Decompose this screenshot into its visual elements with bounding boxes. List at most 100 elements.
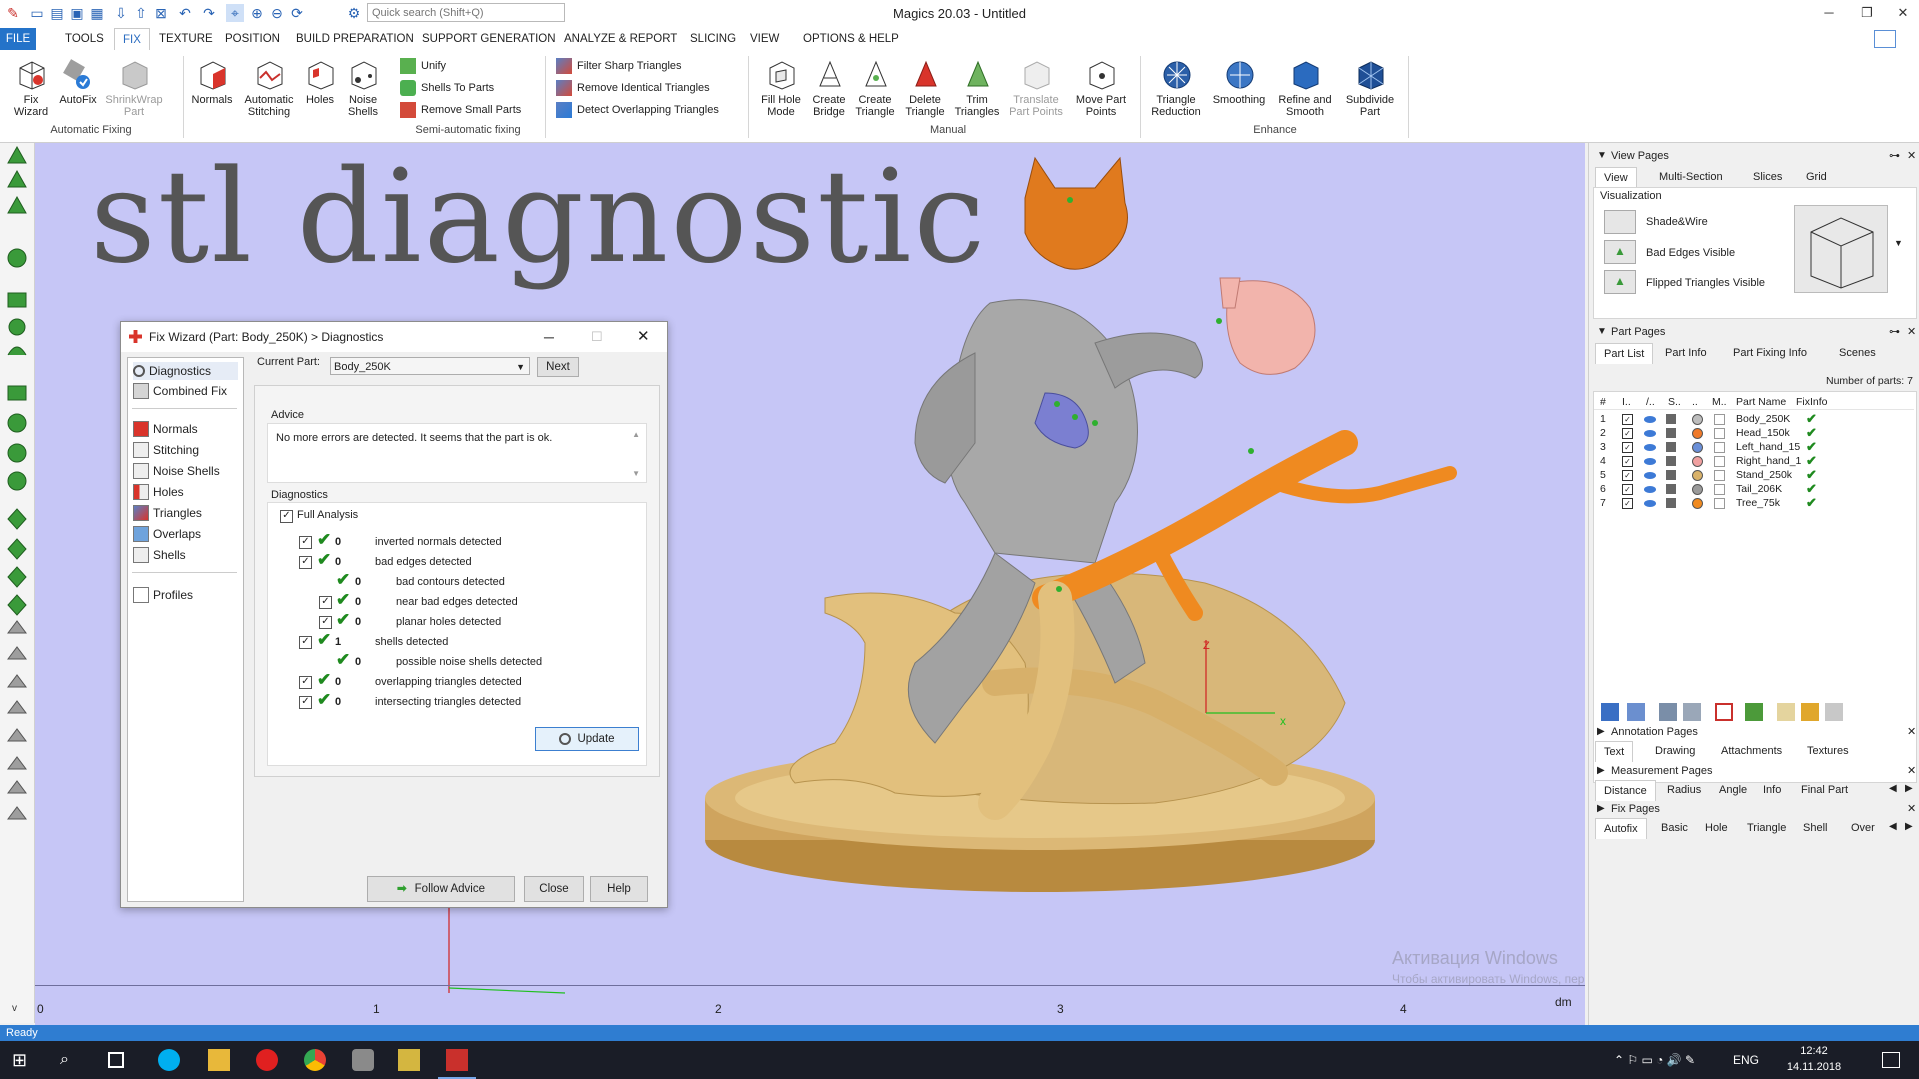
new-icon[interactable]: ▭ xyxy=(28,4,46,22)
nav-combined-fix[interactable]: Combined Fix xyxy=(133,382,227,400)
table-row[interactable]: 7 ✓ Tree_75k ✔ xyxy=(1594,496,1914,510)
part-color-swatch[interactable] xyxy=(1692,428,1703,439)
task-view-icon[interactable] xyxy=(108,1052,124,1068)
table-row[interactable]: 3 ✓ Left_hand_15 ✔ xyxy=(1594,440,1914,454)
clock-time[interactable]: 12:42 xyxy=(1784,1045,1844,1057)
smoothing-button[interactable]: Smoothing xyxy=(1210,56,1268,106)
delete-icon[interactable]: ⊠ xyxy=(152,4,170,22)
tag-icon[interactable] xyxy=(1801,703,1819,721)
help-button[interactable]: Help xyxy=(590,876,648,902)
open-icon[interactable]: ▤ xyxy=(48,4,66,22)
nav-holes[interactable]: Holes xyxy=(133,483,184,501)
merge-part-icon[interactable] xyxy=(1659,703,1677,721)
close-panel-icon[interactable]: ✕ xyxy=(1907,762,1916,780)
next-button[interactable]: Next xyxy=(537,357,579,377)
detect-overlapping-triangles-button[interactable]: Detect Overlapping Triangles xyxy=(556,102,719,118)
tab-position[interactable]: POSITION xyxy=(217,28,288,50)
tab-text[interactable]: Text xyxy=(1595,741,1634,762)
close-button[interactable]: Close xyxy=(524,876,584,902)
tray-icons[interactable]: ⌃ ⚐ ▭ ◔ 🔊 ✎ xyxy=(1614,1053,1695,1067)
tab-grid[interactable]: Grid xyxy=(1798,167,1835,187)
bad-edges-icon[interactable]: ▲ xyxy=(1604,240,1636,264)
part-visible-checkbox[interactable]: ✓ xyxy=(1622,484,1633,495)
tab-support-generation[interactable]: SUPPORT GENERATION xyxy=(414,28,564,50)
scroll-down-icon[interactable]: ▼ xyxy=(632,469,640,478)
app-icon[interactable] xyxy=(352,1049,374,1071)
shade-icon[interactable] xyxy=(1666,414,1676,424)
refine-and-smooth-button[interactable]: Refine and Smooth xyxy=(1274,56,1336,118)
nav-shells[interactable]: Shells xyxy=(133,546,186,564)
subdivide-part-button[interactable]: Subdivide Part xyxy=(1342,56,1398,118)
magics-app-icon[interactable] xyxy=(446,1049,468,1071)
yandex-browser-icon[interactable] xyxy=(256,1049,278,1071)
add-part-icon[interactable] xyxy=(1601,703,1619,721)
fix-part-icon[interactable] xyxy=(1745,703,1763,721)
update-button[interactable]: Update xyxy=(535,727,639,751)
tab-view[interactable]: VIEW xyxy=(742,28,787,50)
part-name[interactable]: Body_250K xyxy=(1736,412,1790,426)
part-visible-checkbox[interactable]: ✓ xyxy=(1622,470,1633,481)
fill-hole-mode-button[interactable]: Fill Hole Mode xyxy=(756,56,806,118)
search-icon[interactable]: ⌕ xyxy=(60,1049,82,1071)
close-panel-icon[interactable]: ✕ xyxy=(1907,323,1916,341)
tab-radius[interactable]: Radius xyxy=(1659,780,1709,800)
nav-profiles[interactable]: Profiles xyxy=(133,586,193,604)
dialog-minimize-button[interactable]: ─ xyxy=(544,322,554,352)
collapse-icon[interactable]: ▼ xyxy=(1597,323,1607,341)
shade-icon[interactable] xyxy=(1666,470,1676,480)
part-color-swatch[interactable] xyxy=(1692,484,1703,495)
close-panel-icon[interactable]: ✕ xyxy=(1907,723,1916,741)
part-visible-checkbox[interactable]: ✓ xyxy=(1622,414,1633,425)
import-icon[interactable]: ⇩ xyxy=(112,4,130,22)
tab-textures[interactable]: Textures xyxy=(1799,741,1857,761)
scroll-left-icon[interactable]: ◀ xyxy=(1889,783,1897,794)
flipped-triangles-icon[interactable]: ▲ xyxy=(1604,270,1636,294)
export-icon[interactable]: ⇧ xyxy=(132,4,150,22)
shade-icon[interactable] xyxy=(1666,442,1676,452)
skype-icon[interactable] xyxy=(158,1049,180,1071)
tab-multi-section[interactable]: Multi-Section xyxy=(1651,167,1731,187)
translate-part-points-button[interactable]: Translate Part Points xyxy=(1008,56,1064,118)
measurement-pages-header[interactable]: ▶ Measurement Pages ✕ xyxy=(1589,762,1919,780)
eye-icon[interactable] xyxy=(1644,444,1656,451)
nav-noise-shells[interactable]: Noise Shells xyxy=(133,462,220,480)
tab-tools[interactable]: TOOLS xyxy=(57,28,112,50)
remove-part-icon[interactable] xyxy=(1715,703,1733,721)
diag-row-checkbox[interactable]: ✓ xyxy=(299,636,312,649)
full-analysis-checkbox[interactable]: ✓ xyxy=(280,510,293,523)
table-row[interactable]: 5 ✓ Stand_250k ✔ xyxy=(1594,468,1914,482)
remove-small-parts-button[interactable]: Remove Small Parts xyxy=(400,102,521,118)
tab-slicing[interactable]: SLICING xyxy=(682,28,744,50)
tab-slices[interactable]: Slices xyxy=(1745,167,1790,187)
nav-stitching[interactable]: Stitching xyxy=(133,441,199,459)
autofix-button[interactable]: AutoFix xyxy=(58,56,98,106)
material-icon[interactable] xyxy=(1714,414,1725,425)
zoom-out-icon[interactable]: ⊖ xyxy=(268,4,286,22)
save-icon[interactable]: ▣ xyxy=(68,4,86,22)
part-visible-checkbox[interactable]: ✓ xyxy=(1622,498,1633,509)
material-icon[interactable] xyxy=(1714,442,1725,453)
diag-row-checkbox[interactable]: ✓ xyxy=(299,696,312,709)
diag-row-checkbox[interactable]: ✓ xyxy=(319,616,332,629)
part-name[interactable]: Tree_75k xyxy=(1736,496,1780,510)
eye-icon[interactable] xyxy=(1644,430,1656,437)
eye-icon[interactable] xyxy=(1644,416,1656,423)
copy-part-icon[interactable] xyxy=(1627,703,1645,721)
normals-button[interactable]: Normals xyxy=(188,56,236,106)
part-visible-checkbox[interactable]: ✓ xyxy=(1622,428,1633,439)
current-part-select[interactable]: Body_250K ▼ xyxy=(330,357,530,375)
tab-file[interactable]: FILE xyxy=(0,28,36,50)
dialog-close-button[interactable]: ✕ xyxy=(637,322,650,352)
scroll-right-icon[interactable]: ▶ xyxy=(1905,783,1913,794)
tab-angle[interactable]: Angle xyxy=(1711,780,1755,800)
scroll-up-icon[interactable]: ▲ xyxy=(632,430,640,439)
tab-part-fixing-info[interactable]: Part Fixing Info xyxy=(1725,343,1815,363)
tab-over[interactable]: Over xyxy=(1843,818,1883,838)
part-name[interactable]: Left_hand_15 xyxy=(1736,440,1800,454)
material-icon[interactable] xyxy=(1714,498,1725,509)
notifications-icon[interactable] xyxy=(1882,1052,1900,1068)
shade-icon[interactable] xyxy=(1666,484,1676,494)
select-icon[interactable]: ⌖ xyxy=(226,4,244,22)
pin-icon[interactable]: ⊶ xyxy=(1889,147,1900,165)
tab-build-preparation[interactable]: BUILD PREPARATION xyxy=(288,28,422,50)
